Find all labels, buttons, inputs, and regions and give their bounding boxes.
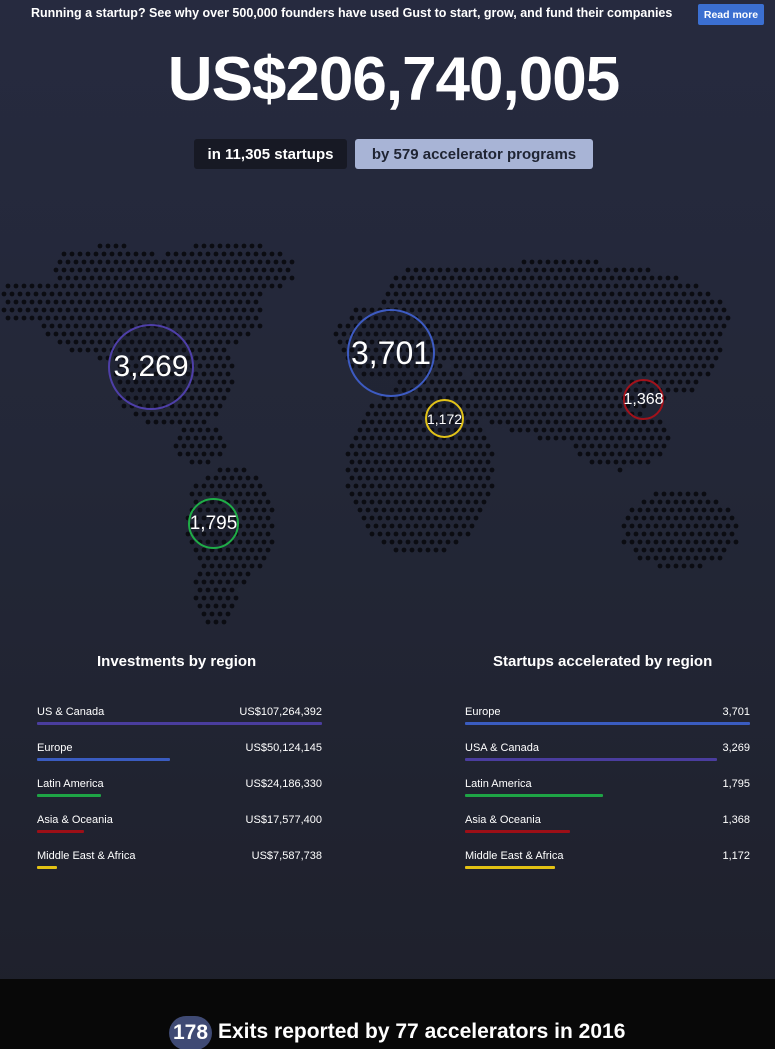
region-label: USA & Canada (465, 742, 539, 754)
region-row: Asia & Oceania US$17,577,400 (37, 814, 322, 844)
map-bubble-middle-east-africa: 1,172 (425, 399, 464, 438)
promo-banner: Running a startup? See why over 500,000 … (0, 0, 775, 28)
region-value: US$17,577,400 (245, 814, 322, 826)
region-row: Europe 3,701 (465, 706, 750, 736)
region-row: Middle East & Africa 1,172 (465, 850, 750, 880)
region-value: 3,701 (722, 706, 750, 718)
region-bar (37, 794, 101, 797)
map-bubble-us-canada: 3,269 (108, 324, 194, 410)
region-label: Middle East & Africa (37, 850, 136, 862)
map-bubble-europe: 3,701 (347, 309, 435, 397)
promo-banner-text: Running a startup? See why over 500,000 … (31, 6, 673, 20)
region-row: Europe US$50,124,145 (37, 742, 322, 772)
region-row: Middle East & Africa US$7,587,738 (37, 850, 322, 880)
region-row: Latin America US$24,186,330 (37, 778, 322, 808)
map-bubble-latin-america: 1,795 (188, 498, 239, 549)
region-bar (37, 830, 84, 833)
region-bar (37, 722, 322, 725)
exits-count-badge: 178 (169, 1016, 212, 1049)
world-dot-map (1, 243, 739, 625)
region-label: Asia & Oceania (465, 814, 541, 826)
region-bar (465, 722, 750, 725)
region-row: USA & Canada 3,269 (465, 742, 750, 772)
region-value: US$7,587,738 (251, 850, 322, 862)
startups-by-region-title: Startups accelerated by region (493, 653, 713, 670)
region-bar (37, 866, 57, 869)
region-value: 1,368 (722, 814, 750, 826)
region-label: Middle East & Africa (465, 850, 564, 862)
read-more-button[interactable]: Read more (698, 4, 764, 25)
region-label: Asia & Oceania (37, 814, 113, 826)
programs-count-pill: by 579 accelerator programs (355, 139, 593, 169)
exits-text: Exits reported by 77 accelerators in 201… (218, 1020, 626, 1043)
region-value: 1,172 (722, 850, 750, 862)
region-value: US$24,186,330 (245, 778, 322, 790)
region-label: US & Canada (37, 706, 105, 718)
region-bar (465, 866, 555, 869)
region-label: Latin America (465, 778, 532, 790)
region-bar (465, 830, 570, 833)
region-value: US$107,264,392 (239, 706, 322, 718)
region-label: Latin America (37, 778, 104, 790)
map-bubble-asia-oceania: 1,368 (623, 379, 664, 420)
region-bar (37, 758, 170, 761)
region-label: Europe (465, 706, 501, 718)
region-row: Latin America 1,795 (465, 778, 750, 808)
region-row: US & Canada US$107,264,392 (37, 706, 322, 736)
region-row: Asia & Oceania 1,368 (465, 814, 750, 844)
region-value: US$50,124,145 (245, 742, 322, 754)
region-label: Europe (37, 742, 73, 754)
total-investment-amount: US$206,740,005 (167, 45, 620, 114)
region-bar (465, 794, 603, 797)
investments-by-region-title: Investments by region (97, 653, 257, 670)
region-value: 1,795 (722, 778, 750, 790)
region-bar (465, 758, 717, 761)
region-value: 3,269 (722, 742, 750, 754)
startups-count-pill: in 11,305 startups (194, 139, 347, 169)
